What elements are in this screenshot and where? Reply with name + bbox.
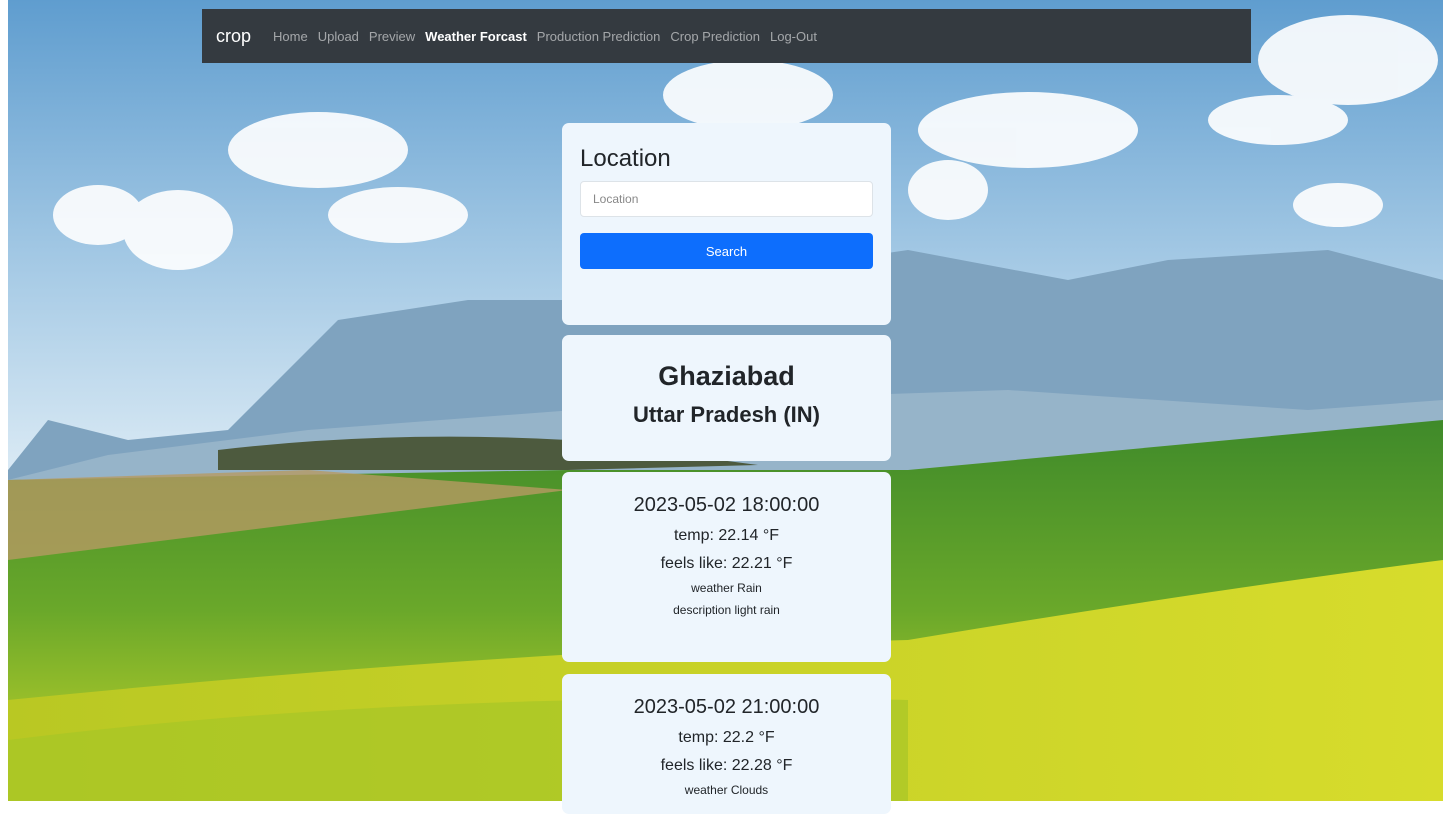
region-name: Uttar Pradesh (IN) — [632, 402, 821, 427]
forecast-temp: temp: 22.14 °F — [673, 527, 780, 544]
location-result-card: Ghaziabad Uttar Pradesh (IN) — [562, 335, 891, 461]
forecast-card: 2023-05-02 18:00:00 temp: 22.14 °F feels… — [562, 472, 891, 662]
top-navbar: crop Home Upload Preview Weather Forcast… — [202, 9, 1251, 63]
brand-logo[interactable]: crop — [216, 26, 251, 47]
nav-link-preview[interactable]: Preview — [369, 29, 415, 44]
location-search-card: Location Search — [562, 123, 891, 325]
nav-link-weather-forcast[interactable]: Weather Forcast — [425, 29, 527, 44]
search-button[interactable]: Search — [580, 233, 873, 269]
nav-link-log-out[interactable]: Log-Out — [770, 29, 817, 44]
search-title: Location — [580, 145, 671, 172]
forecast-description: description light rain — [673, 603, 780, 617]
nav-link-production-prediction[interactable]: Production Prediction — [537, 29, 661, 44]
forecast-time: 2023-05-02 18:00:00 — [633, 494, 820, 516]
city-name: Ghaziabad — [658, 361, 795, 391]
nav-link-upload[interactable]: Upload — [318, 29, 359, 44]
forecast-temp: temp: 22.2 °F — [678, 729, 775, 746]
nav-link-crop-prediction[interactable]: Crop Prediction — [670, 29, 760, 44]
forecast-time: 2023-05-02 21:00:00 — [633, 696, 820, 718]
forecast-feels-like: feels like: 22.28 °F — [660, 757, 793, 774]
forecast-weather: weather Clouds — [684, 783, 769, 797]
forecast-feels-like: feels like: 22.21 °F — [660, 555, 793, 572]
forecast-card: 2023-05-02 21:00:00 temp: 22.2 °F feels … — [562, 674, 891, 814]
location-input[interactable] — [580, 181, 873, 217]
forecast-weather: weather Rain — [691, 581, 762, 595]
nav-link-home[interactable]: Home — [273, 29, 308, 44]
